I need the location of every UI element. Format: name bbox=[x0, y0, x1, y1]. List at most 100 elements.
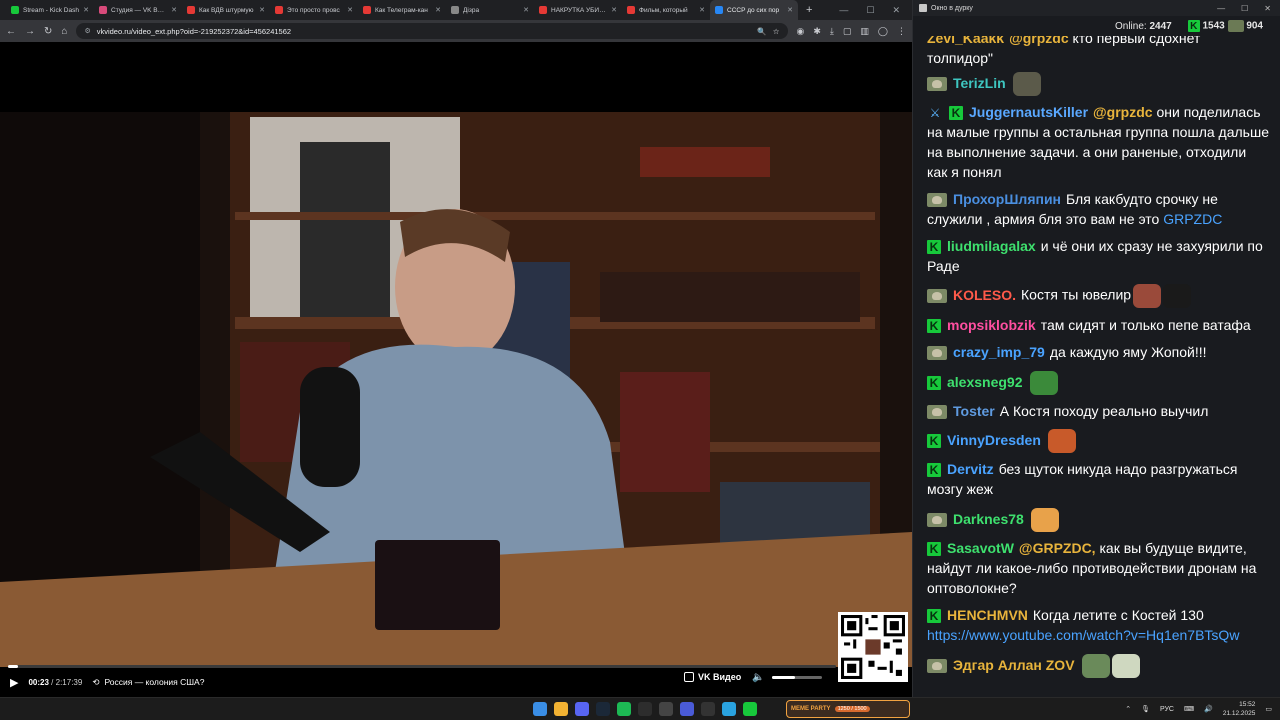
chat-username[interactable]: Toster bbox=[953, 403, 995, 419]
chat-username[interactable]: liudmilagalax bbox=[947, 238, 1036, 254]
chapter-button[interactable]: ⟲ Россия — колония США? bbox=[92, 677, 204, 688]
play-icon[interactable]: ▶ bbox=[10, 676, 18, 689]
bookmark-star-icon[interactable]: ☆ bbox=[773, 27, 780, 36]
chat-username[interactable]: KOLESO. bbox=[953, 287, 1016, 303]
vk-video-logo[interactable]: VK Видео bbox=[684, 672, 741, 682]
screenshot-icon[interactable]: ▢ bbox=[843, 26, 852, 37]
video-player[interactable] bbox=[0, 42, 912, 697]
system-tray: ⌃ 🎙 РУС ⌨ 🔊 15:52 21.12.2025 ▭ bbox=[1125, 700, 1272, 718]
chat-username[interactable]: Darknes78 bbox=[953, 511, 1024, 527]
maximize-icon[interactable]: ☐ bbox=[866, 5, 874, 16]
site-info-icon[interactable]: ⚙ bbox=[84, 27, 90, 35]
tab-close-icon[interactable]: ✕ bbox=[611, 6, 617, 14]
tab-close-icon[interactable]: ✕ bbox=[347, 6, 353, 14]
minimize-icon[interactable]: — bbox=[839, 5, 848, 16]
current-time: 00:23 bbox=[28, 677, 49, 687]
taskbar: MEME PARTY 1250 / 1500 ⌃ 🎙 РУС ⌨ 🔊 15:52… bbox=[0, 697, 1280, 720]
tab-close-icon[interactable]: ✕ bbox=[83, 6, 89, 14]
chat-messages: Zevi_Kaakk @grpzdc кто первый сдохнет тол… bbox=[913, 36, 1280, 697]
sidebar-icon[interactable]: ▥ bbox=[860, 26, 869, 37]
chat-emote-icon bbox=[1111, 654, 1140, 678]
tab-close-icon[interactable]: ✕ bbox=[523, 6, 529, 14]
app-icon[interactable] bbox=[701, 702, 715, 716]
volume-slider[interactable] bbox=[772, 676, 823, 679]
telegram-icon[interactable] bbox=[722, 702, 736, 716]
chat-username[interactable]: alexsneg92 bbox=[947, 374, 1023, 390]
tab-close-icon[interactable]: ✕ bbox=[171, 6, 177, 14]
extensions-puzzle-icon[interactable]: ✱ bbox=[813, 26, 821, 37]
chrome-icon[interactable] bbox=[554, 702, 568, 716]
address-bar[interactable]: ⚙ vkvideo.ru/video_ext.php?oid=-21925237… bbox=[76, 23, 788, 39]
chat-emote-icon bbox=[1163, 284, 1192, 308]
discord-icon[interactable] bbox=[575, 702, 589, 716]
time-display: 00:23 / 2:17:39 bbox=[28, 677, 83, 687]
chat-mention[interactable]: @grpzdc bbox=[1093, 104, 1153, 120]
media-icon[interactable] bbox=[680, 702, 694, 716]
forward-icon[interactable]: → bbox=[25, 26, 35, 37]
app-icon[interactable] bbox=[659, 702, 673, 716]
speaker-icon[interactable]: 🔊 bbox=[1204, 705, 1213, 713]
tab-close-icon[interactable]: ✕ bbox=[435, 6, 441, 14]
tab-close-icon[interactable]: ✕ bbox=[259, 6, 265, 14]
menu-icon[interactable]: ⋮ bbox=[897, 26, 906, 37]
chat-link[interactable]: https://www.youtube.com/watch?v=Hq1en7BT… bbox=[927, 627, 1239, 643]
zoom-icon[interactable]: 🔍 bbox=[757, 27, 766, 36]
browser-tab[interactable]: Как ВДВ штурмую ✕ bbox=[182, 0, 270, 20]
browser-tab[interactable]: СССР до сих пор ✕ bbox=[710, 0, 798, 20]
start-icon[interactable] bbox=[533, 702, 547, 716]
browser-tab[interactable]: Дiзрa ✕ bbox=[446, 0, 534, 20]
back-icon[interactable]: ← bbox=[6, 26, 16, 37]
browser-tab[interactable]: Stream - Kick Dash ✕ bbox=[6, 0, 94, 20]
browser-tab[interactable]: Студия — VK Виде ✕ bbox=[94, 0, 182, 20]
browser-toolbar: ← → ↻ ⌂ ⚙ vkvideo.ru/video_ext.php?oid=-… bbox=[0, 20, 912, 42]
browser-tab[interactable]: Как Телеграм-кан ✕ bbox=[358, 0, 446, 20]
chat-maximize-icon[interactable]: ☐ bbox=[1241, 4, 1248, 13]
clock[interactable]: 15:52 21.12.2025 bbox=[1223, 700, 1256, 718]
chat-username[interactable]: VinnyDresden bbox=[947, 432, 1041, 448]
tab-close-icon[interactable]: ✕ bbox=[699, 6, 705, 14]
chat-username[interactable]: Dervitz bbox=[947, 461, 994, 477]
tab-favicon-icon bbox=[99, 6, 107, 14]
chat-text: А Костя походу реально выучил bbox=[999, 403, 1209, 419]
browser-tab[interactable]: Фильм, который ✕ bbox=[622, 0, 710, 20]
chat-emote-icon bbox=[1029, 371, 1058, 395]
language-indicator[interactable]: РУС bbox=[1160, 706, 1174, 713]
chat-username[interactable]: HENCHMVN bbox=[947, 607, 1028, 623]
chat-mention-link[interactable]: GRPZDC bbox=[1163, 211, 1222, 227]
volume-icon[interactable]: 🔈 bbox=[752, 672, 764, 683]
kick-icon[interactable] bbox=[743, 702, 757, 716]
chat-username[interactable]: ПрохорШляпин bbox=[953, 191, 1061, 207]
tab-close-icon[interactable]: ✕ bbox=[787, 6, 793, 14]
browser-tab[interactable]: Это просто провс ✕ bbox=[270, 0, 358, 20]
chat-minimize-icon[interactable]: — bbox=[1217, 4, 1225, 13]
home-icon[interactable]: ⌂ bbox=[61, 26, 67, 37]
notifications-icon[interactable]: ▭ bbox=[1265, 705, 1272, 713]
mic-icon[interactable]: 🎙 bbox=[1141, 705, 1150, 713]
chat-mention[interactable]: @GRPZDC, bbox=[1019, 540, 1096, 556]
chat-username[interactable]: mopsiklobzik bbox=[947, 317, 1036, 333]
chat-username[interactable]: Zevi_Kaakk bbox=[927, 36, 1004, 46]
network-icon[interactable]: ⌨ bbox=[1184, 705, 1194, 713]
close-icon[interactable]: ✕ bbox=[892, 5, 900, 16]
chat-username[interactable]: TerizLin bbox=[953, 75, 1006, 91]
extension-icon[interactable]: ◉ bbox=[797, 26, 805, 37]
profile-icon[interactable]: ◯ bbox=[878, 26, 888, 37]
progress-bar[interactable] bbox=[8, 665, 836, 668]
new-tab-icon[interactable]: + bbox=[798, 4, 820, 16]
meme-party-widget[interactable]: MEME PARTY 1250 / 1500 bbox=[786, 700, 910, 718]
chat-username[interactable]: crazy_imp_79 bbox=[953, 344, 1045, 360]
obs-icon[interactable] bbox=[638, 702, 652, 716]
tab-strip: Stream - Kick Dash ✕ Студия — VK Виде ✕ Как … bbox=[0, 0, 912, 20]
spotify-icon[interactable] bbox=[617, 702, 631, 716]
reload-icon[interactable]: ↻ bbox=[44, 26, 52, 37]
chat-username[interactable]: Эдгар Аллан ZOV bbox=[953, 657, 1075, 673]
steam-icon[interactable] bbox=[596, 702, 610, 716]
chat-close-icon[interactable]: ✕ bbox=[1264, 4, 1271, 13]
download-icon[interactable]: ⤓ bbox=[830, 26, 834, 37]
browser-tab[interactable]: НАКРУТКА УБИВА ✕ bbox=[534, 0, 622, 20]
window-controls: — ☐ ✕ bbox=[839, 5, 912, 16]
chat-mention[interactable]: @grpzdc bbox=[1009, 36, 1069, 46]
chat-username[interactable]: JuggernautsKiller bbox=[969, 104, 1088, 120]
tray-chevron-icon[interactable]: ⌃ bbox=[1125, 705, 1131, 713]
chat-username[interactable]: SasavotW bbox=[947, 540, 1014, 556]
